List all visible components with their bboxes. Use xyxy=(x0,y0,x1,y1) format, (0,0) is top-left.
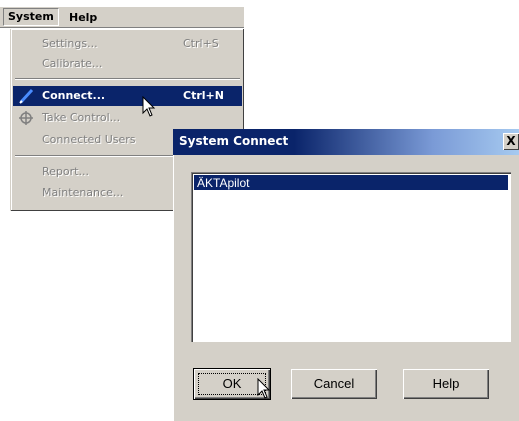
dialog-title: System Connect xyxy=(179,134,289,148)
take-control-icon xyxy=(19,111,33,125)
menu-item-calibrate[interactable]: Calibrate... xyxy=(13,54,242,74)
cancel-button[interactable]: Cancel xyxy=(291,369,377,399)
help-button[interactable]: Help xyxy=(403,369,489,399)
menu-separator xyxy=(15,78,240,80)
menu-system[interactable]: System xyxy=(3,8,59,26)
menu-item-label: Maintenance... xyxy=(42,186,124,199)
connect-pen-icon xyxy=(19,88,34,104)
list-item[interactable]: ÄKTApilot xyxy=(194,175,508,190)
menu-item-settings[interactable]: Settings... Ctrl+S xyxy=(13,34,242,54)
menu-item-shortcut: Ctrl+N xyxy=(183,89,224,102)
mouse-cursor-icon xyxy=(257,378,271,399)
menu-help[interactable]: Help xyxy=(65,10,101,25)
menu-bar: System Help xyxy=(0,7,244,28)
menu-item-label: Settings... xyxy=(42,37,98,50)
dialog-title-bar[interactable]: System Connect X xyxy=(173,129,519,155)
menu-item-shortcut: Ctrl+S xyxy=(183,37,219,50)
menu-item-label: Report... xyxy=(42,165,89,178)
system-listbox[interactable]: ÄKTApilot xyxy=(191,172,511,342)
mouse-cursor-icon xyxy=(142,96,156,117)
menu-item-label: Connect... xyxy=(42,89,106,102)
menu-item-connect[interactable]: Connect... Ctrl+N xyxy=(13,86,242,106)
menu-item-label: Take Control... xyxy=(42,111,121,124)
list-item-label: ÄKTApilot xyxy=(197,176,250,190)
menu-item-take-control[interactable]: Take Control... xyxy=(13,108,242,128)
system-connect-dialog: System Connect X ÄKTApilot OK Cancel Hel… xyxy=(173,129,519,421)
menu-item-label: Connected Users xyxy=(42,133,136,146)
menu-item-label: Calibrate... xyxy=(42,57,103,70)
close-button[interactable]: X xyxy=(503,133,519,150)
